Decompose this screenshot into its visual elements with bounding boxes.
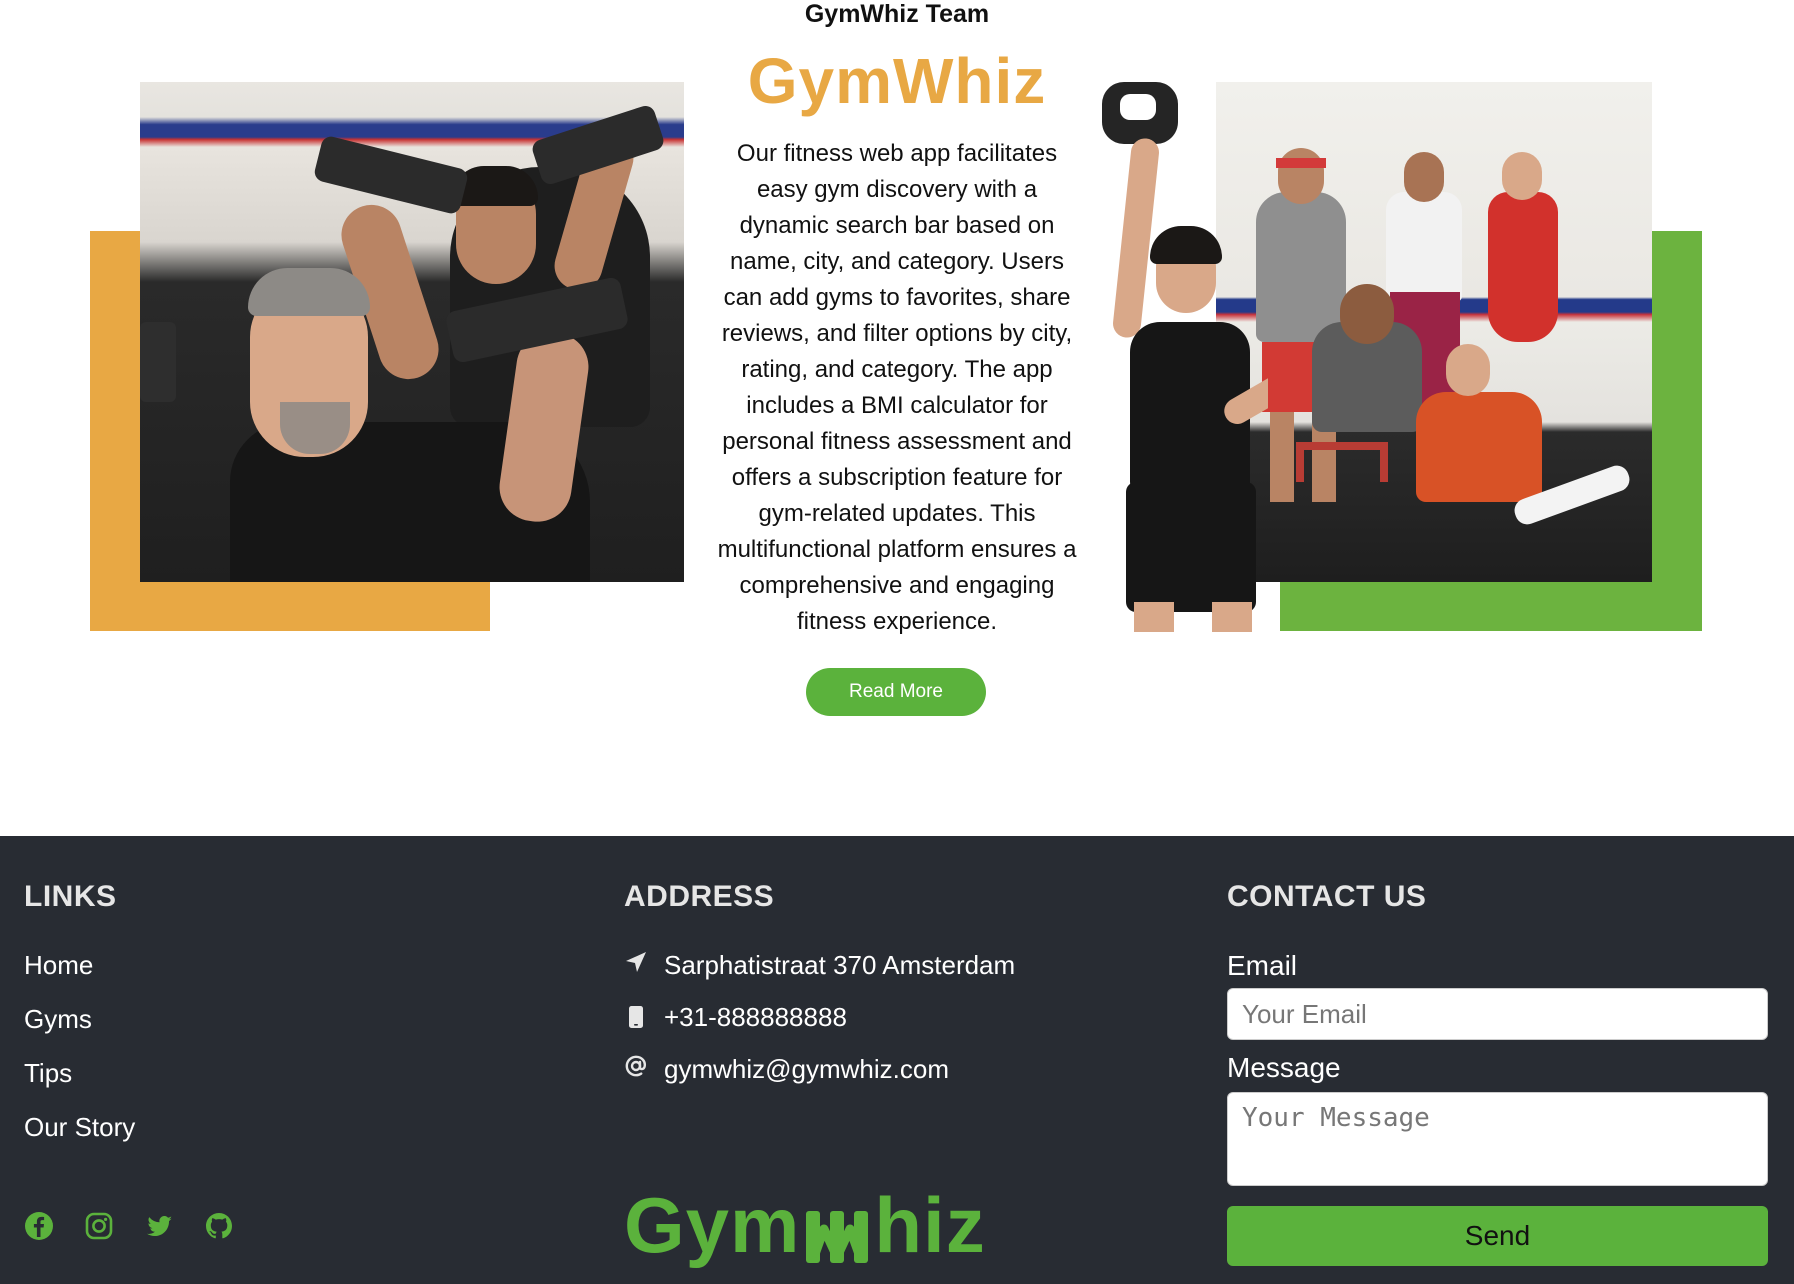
send-button[interactable]: Send bbox=[1227, 1206, 1768, 1266]
group-athletes-photo bbox=[1216, 82, 1652, 582]
message-label: Message bbox=[1227, 1052, 1341, 1083]
footer-link-tips[interactable]: Tips bbox=[24, 1058, 72, 1089]
logo-text-gym: Gym bbox=[624, 1181, 801, 1269]
message-field[interactable] bbox=[1227, 1092, 1768, 1186]
twitter-icon[interactable] bbox=[144, 1211, 174, 1241]
address-email: gymwhiz@gymwhiz.com bbox=[664, 1054, 949, 1084]
email-field[interactable] bbox=[1227, 988, 1768, 1040]
dumbbell-w-icon bbox=[804, 1195, 870, 1264]
github-icon[interactable] bbox=[204, 1211, 234, 1241]
logo-text-hiz: hiz bbox=[874, 1181, 986, 1269]
email-label: Email bbox=[1227, 950, 1298, 981]
kettlebell-woman-photo bbox=[1100, 82, 1268, 632]
mobile-phone-icon bbox=[624, 1004, 648, 1030]
location-arrow-icon bbox=[624, 950, 648, 976]
team-title: GymWhiz Team bbox=[804, 0, 990, 28]
address-phone: +31-888888888 bbox=[664, 1002, 847, 1032]
app-description: Our fitness web app facilitates easy gym… bbox=[717, 140, 1077, 635]
address-title: ADDRESS bbox=[624, 880, 775, 913]
footer-link-gyms[interactable]: Gyms bbox=[24, 1004, 92, 1035]
footer: LINKS Home Gyms Tips Our Story ADDRESS S… bbox=[0, 836, 1794, 1284]
facebook-icon[interactable] bbox=[24, 1211, 54, 1241]
read-more-button[interactable]: Read More bbox=[806, 668, 986, 716]
links-title: LINKS bbox=[24, 880, 117, 913]
at-sign-icon bbox=[624, 1054, 648, 1080]
brand-heading: GymWhiz bbox=[747, 45, 1047, 117]
dumbbell-training-photo bbox=[140, 82, 684, 582]
instagram-icon[interactable] bbox=[84, 1211, 114, 1241]
footer-link-home[interactable]: Home bbox=[24, 950, 93, 981]
contact-title: CONTACT US bbox=[1227, 880, 1427, 913]
address-street: Sarphatistraat 370 Amsterdam bbox=[664, 950, 1016, 980]
footer-link-our-story[interactable]: Our Story bbox=[24, 1112, 135, 1143]
gymwhiz-logo: Gym hiz bbox=[624, 1180, 986, 1270]
